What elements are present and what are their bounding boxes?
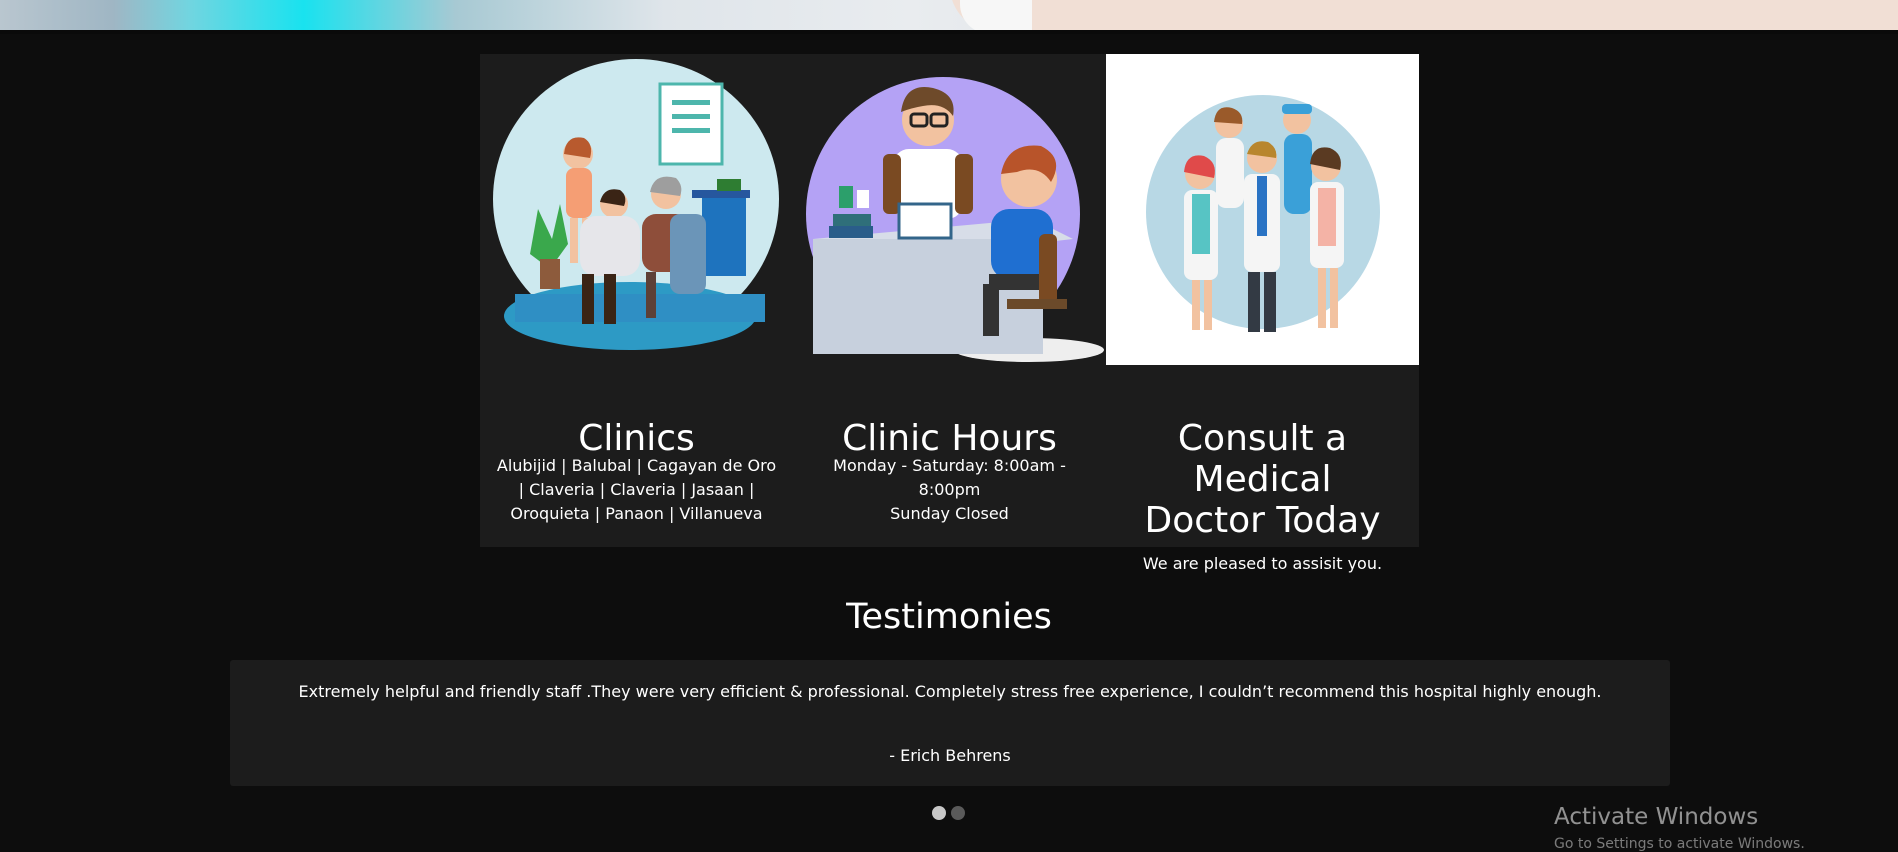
testimonial-card: Extremely helpful and friendly staff .Th… xyxy=(230,660,1670,786)
feature-card-clinics: Clinics Alubijid | Balubal | Cagayan de … xyxy=(480,54,793,547)
card-description-line: | Claveria | Claveria | Jasaan | xyxy=(518,480,755,499)
feature-card-clinic-hours: Clinic Hours Monday - Saturday: 8:00am -… xyxy=(793,54,1106,547)
card-description-line: Oroquieta | Panaon | Villanueva xyxy=(510,504,763,523)
card-title: Clinic Hours xyxy=(842,418,1057,459)
medical-team-illustration-icon xyxy=(1106,54,1419,365)
card-title-line: Consult a Medical xyxy=(1177,418,1348,500)
card-description-line: Alubijid | Balubal | Cagayan de Oro xyxy=(496,456,777,475)
carousel-pagination xyxy=(932,806,965,820)
card-description-line: We are pleased to assisit you. xyxy=(1142,554,1383,573)
card-description: Monday - Saturday: 8:00am - 8:00pm Sunda… xyxy=(807,454,1092,526)
card-description-line: Sunday Closed xyxy=(890,504,1009,523)
feature-card-consult: Consult a Medical Doctor Today We are pl… xyxy=(1106,54,1419,573)
card-description-line: Monday - Saturday: 8:00am - xyxy=(833,456,1066,475)
card-title-line: Doctor Today xyxy=(1144,500,1381,541)
hero-banner-image xyxy=(0,0,1898,34)
testimonial-author: - Erich Behrens xyxy=(889,746,1011,765)
card-title: Clinics xyxy=(578,418,695,459)
activate-windows-title: Activate Windows xyxy=(1554,804,1759,830)
card-title: Consult a Medical Doctor Today xyxy=(1106,418,1419,541)
features-section: Clinics Alubijid | Balubal | Cagayan de … xyxy=(480,54,1419,573)
carousel-dot-2[interactable] xyxy=(951,806,965,820)
activate-windows-subtitle: Go to Settings to activate Windows. xyxy=(1554,836,1805,852)
clinic-illustration-icon xyxy=(493,59,779,350)
hero-bottom-edge xyxy=(0,30,1898,34)
card-description: We are pleased to assisit you. xyxy=(1120,552,1405,576)
hero-hand-image xyxy=(950,0,1898,32)
card-description: Alubijid | Balubal | Cagayan de Oro | Cl… xyxy=(494,454,779,526)
hero-sleeve-image xyxy=(960,0,1032,34)
doctor-desk-illustration-icon xyxy=(793,77,1106,365)
card-description-line: 8:00pm xyxy=(918,480,981,499)
testimonies-title: Testimonies xyxy=(846,597,1052,637)
testimonial-quote: Extremely helpful and friendly staff .Th… xyxy=(298,682,1602,701)
carousel-dot-1[interactable] xyxy=(932,806,946,820)
